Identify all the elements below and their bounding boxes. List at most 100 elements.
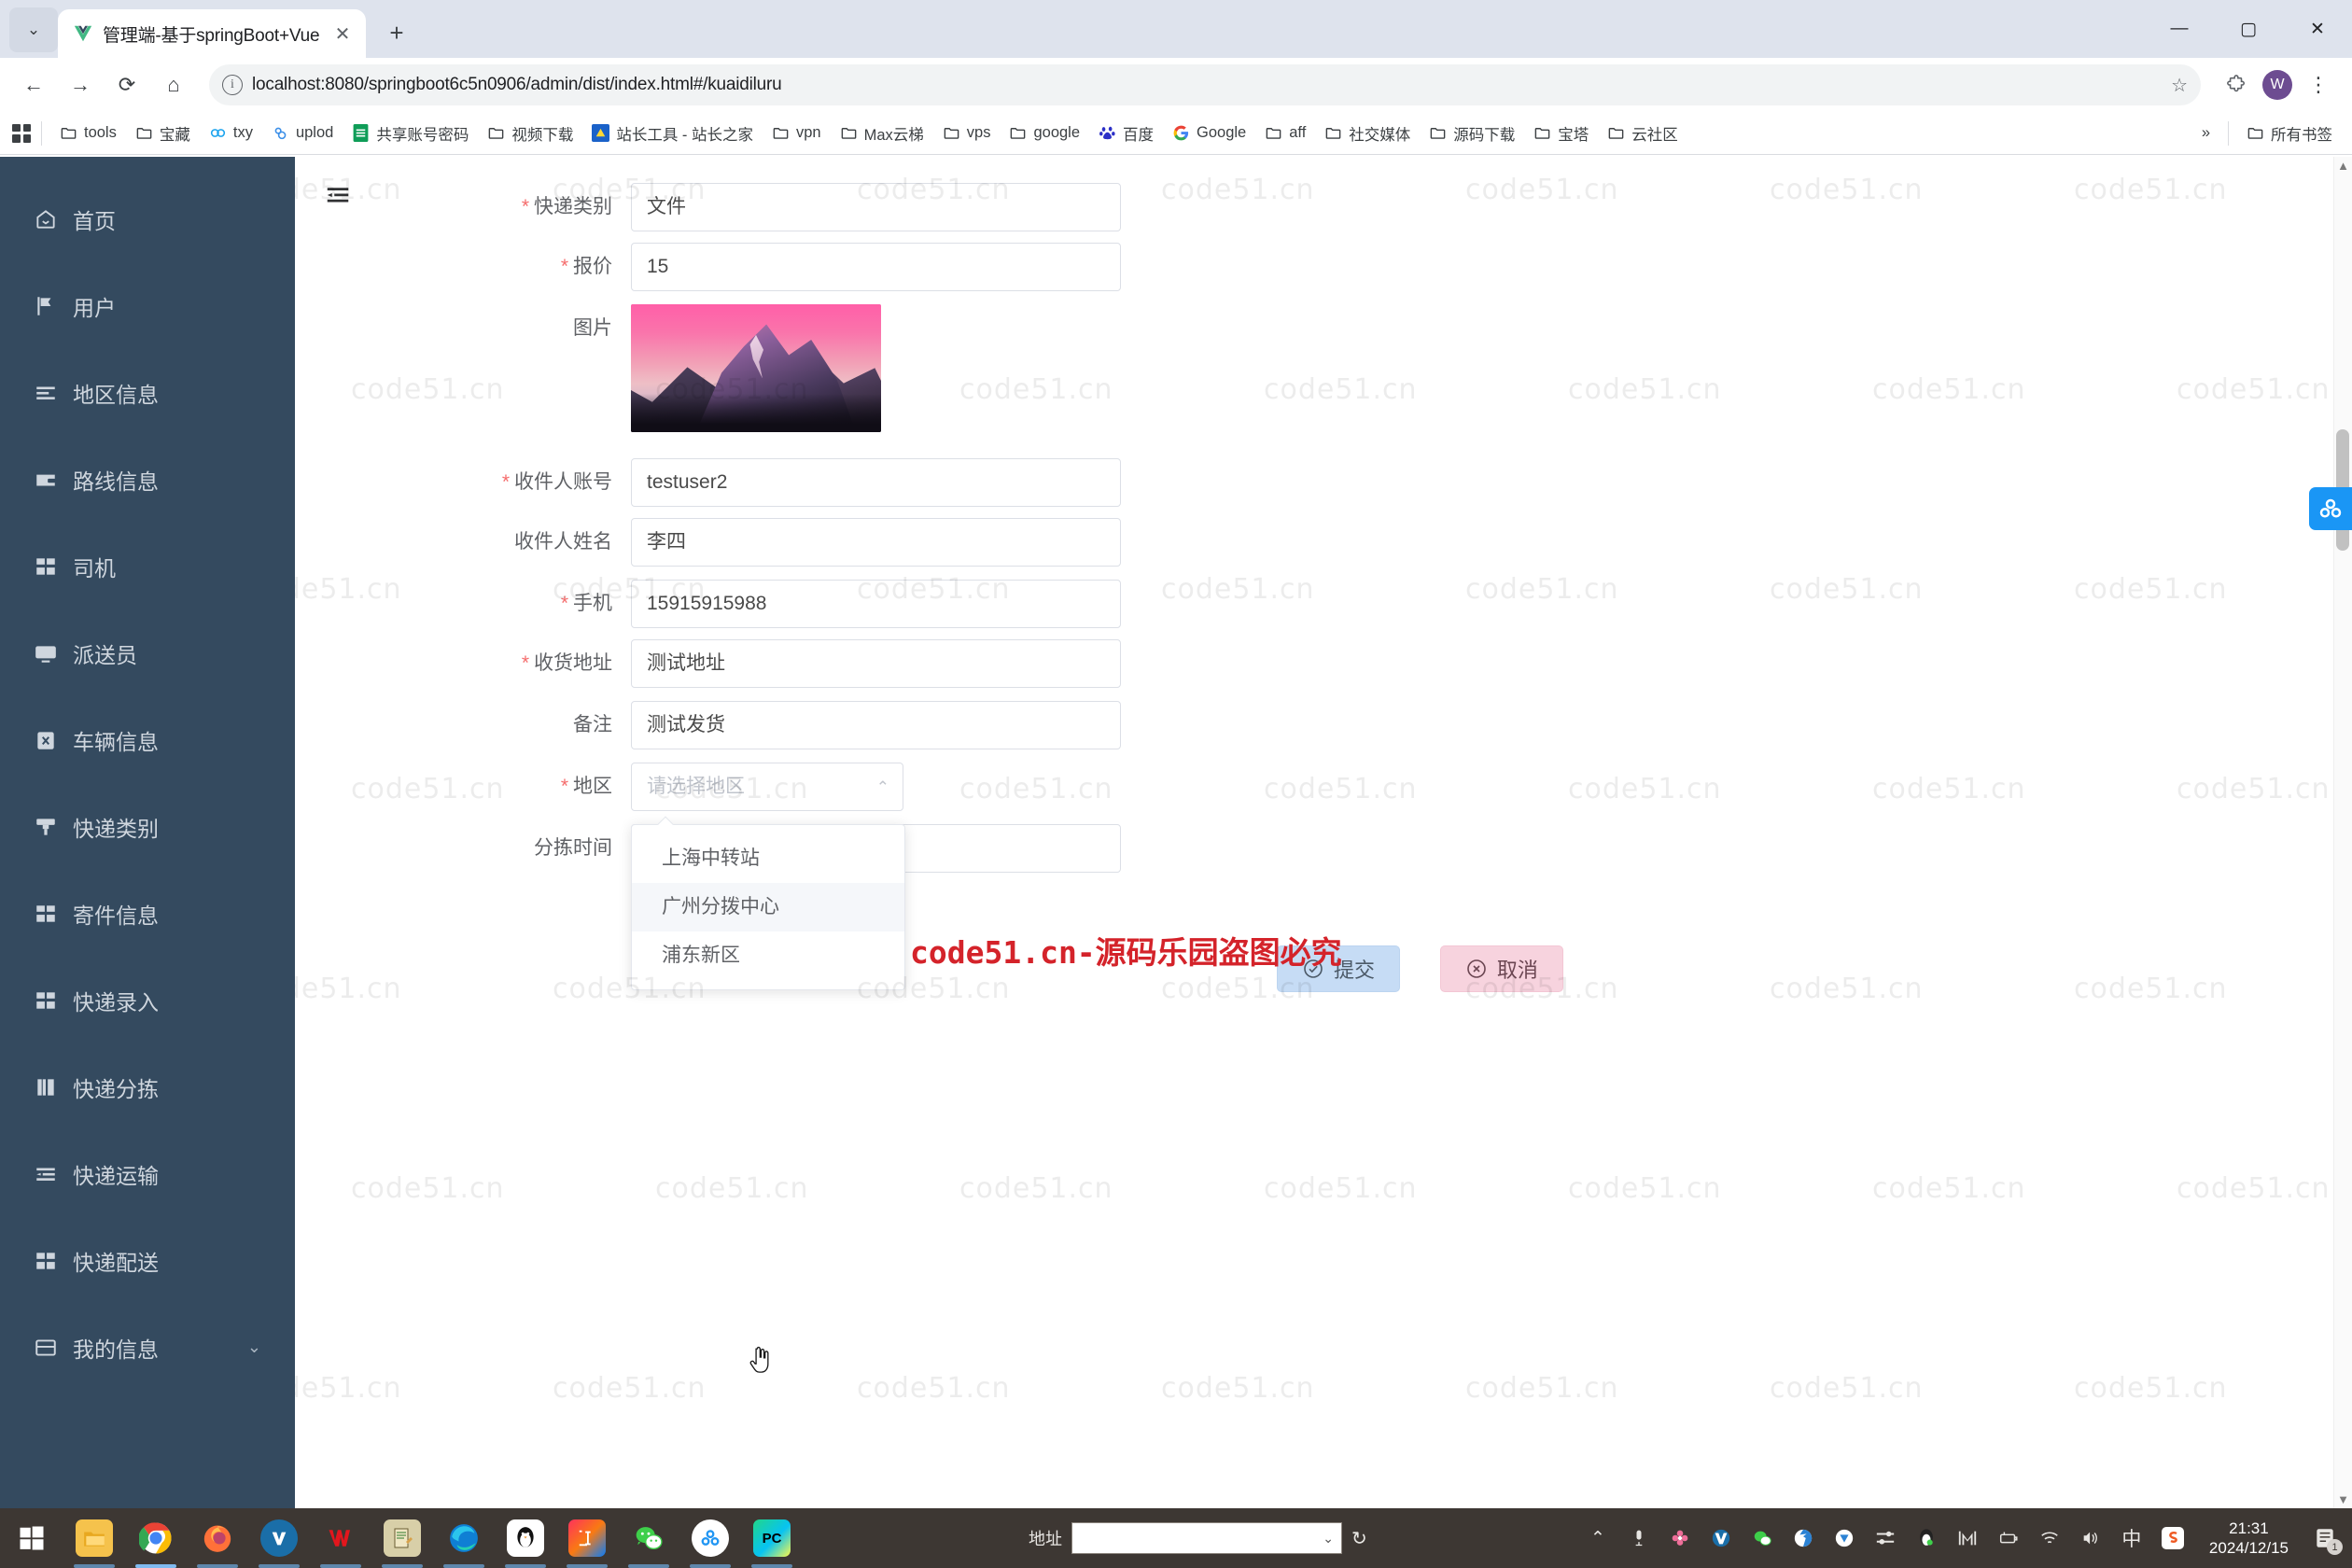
- bookmark-star-icon[interactable]: ☆: [2171, 74, 2188, 97]
- region-select[interactable]: 请选择地区 ⌃: [631, 763, 903, 811]
- windows-icon[interactable]: [0, 1508, 63, 1568]
- menu-fold-icon[interactable]: [319, 177, 357, 215]
- new-tab-button[interactable]: +: [375, 11, 418, 54]
- address-input[interactable]: 测试地址: [631, 639, 1121, 688]
- sidebar-item-vehicle-info[interactable]: 车辆信息: [0, 696, 295, 783]
- bookmark-chinaz[interactable]: 站长工具 - 站长之家: [583, 118, 762, 149]
- battery-icon[interactable]: [1995, 1524, 2023, 1552]
- scroll-up-icon[interactable]: ▲: [2337, 159, 2349, 173]
- sidebar-item-user[interactable]: 用户: [0, 262, 295, 349]
- dropdown-option[interactable]: 广州分拨中心: [632, 883, 904, 931]
- baidu-cloud-icon[interactable]: [2309, 487, 2352, 530]
- taskbar-microsoft-edge[interactable]: [433, 1508, 495, 1568]
- bookmark-google-folder[interactable]: google: [1001, 119, 1088, 147]
- minimize-button[interactable]: —: [2145, 0, 2214, 58]
- site-info-icon[interactable]: i: [222, 75, 243, 95]
- refresh-icon[interactable]: ↻: [1351, 1527, 1367, 1550]
- bookmark-uplod[interactable]: uplod: [263, 119, 342, 147]
- sidebar-item-region-info[interactable]: 地区信息: [0, 349, 295, 436]
- sidebar-item-courier[interactable]: 派送员: [0, 609, 295, 696]
- taskbar-wechat[interactable]: [618, 1508, 679, 1568]
- bookmark-aff[interactable]: aff: [1256, 119, 1314, 147]
- tray-expand-icon[interactable]: ⌃: [1584, 1524, 1612, 1552]
- bookmark-tools[interactable]: tools: [51, 119, 125, 147]
- forward-icon[interactable]: →: [60, 64, 101, 105]
- taskbar-google-chrome[interactable]: [125, 1508, 187, 1568]
- browser-menu-icon[interactable]: ⋮: [2298, 64, 2339, 105]
- taskbar-qq[interactable]: [495, 1508, 556, 1568]
- sidebar-item-express-entry[interactable]: 快递录入: [0, 957, 295, 1043]
- sidebar-item-my-info[interactable]: 我的信息 ⌄: [0, 1304, 295, 1391]
- image-preview[interactable]: [631, 304, 881, 432]
- notifications-icon[interactable]: 1: [2311, 1524, 2343, 1555]
- taskbar-navicat[interactable]: [248, 1508, 310, 1568]
- bookmark-baidu[interactable]: 百度: [1090, 118, 1162, 149]
- browser2-icon[interactable]: [1830, 1524, 1858, 1552]
- settings-icon[interactable]: [1871, 1524, 1899, 1552]
- maximize-button[interactable]: ▢: [2214, 0, 2283, 58]
- dropdown-option[interactable]: 上海中转站: [632, 834, 904, 883]
- chevron-down-icon[interactable]: ⌄: [247, 1337, 261, 1357]
- sidebar-item-express-transport[interactable]: 快递运输: [0, 1130, 295, 1217]
- chevron-down-icon[interactable]: ⌄: [1323, 1531, 1334, 1547]
- apps-grid-icon[interactable]: [11, 123, 32, 144]
- bookmarks-overflow-button[interactable]: »: [2193, 119, 2219, 147]
- volume-icon[interactable]: [2077, 1524, 2105, 1552]
- bookmark-baota[interactable]: 宝塔: [1525, 118, 1597, 149]
- flower-icon[interactable]: [1666, 1524, 1694, 1552]
- qq-icon[interactable]: [1912, 1524, 1940, 1552]
- receiver-account-input[interactable]: testuser2: [631, 458, 1121, 507]
- sidebar-item-express-sorting[interactable]: 快递分拣: [0, 1043, 295, 1130]
- bookmark-baozang[interactable]: 宝藏: [127, 118, 199, 149]
- navicat-icon[interactable]: [1707, 1524, 1735, 1552]
- mic-icon[interactable]: [1625, 1524, 1653, 1552]
- dropdown-option[interactable]: 浦东新区: [632, 931, 904, 980]
- receiver-name-input[interactable]: 李四: [631, 518, 1121, 567]
- page-scrollbar[interactable]: ▲ ▼: [2333, 157, 2352, 1508]
- home-icon[interactable]: ⌂: [153, 64, 194, 105]
- chevron-up-icon[interactable]: ⌃: [876, 763, 889, 812]
- ime-mode-indicator[interactable]: 中: [2118, 1524, 2146, 1552]
- sidebar-item-driver[interactable]: 司机: [0, 523, 295, 609]
- sidebar-item-home[interactable]: 首页: [0, 175, 295, 262]
- wechat-icon[interactable]: [1748, 1524, 1776, 1552]
- bookmark-social-media[interactable]: 社交媒体: [1316, 118, 1419, 149]
- browser-icon[interactable]: [1789, 1524, 1817, 1552]
- m-icon[interactable]: [1953, 1524, 1981, 1552]
- window-close-button[interactable]: ✕: [2283, 0, 2352, 58]
- sidebar-item-parcel-info[interactable]: 寄件信息: [0, 870, 295, 957]
- profile-avatar[interactable]: W: [2262, 70, 2292, 100]
- taskbar-wps[interactable]: [310, 1508, 371, 1568]
- taskbar-firefox[interactable]: [187, 1508, 248, 1568]
- bookmark-txy[interactable]: txy: [201, 119, 261, 147]
- sidebar-item-express-category[interactable]: 快递类别: [0, 783, 295, 870]
- taskbar-baidu-netdisk[interactable]: [679, 1508, 741, 1568]
- sogou-icon[interactable]: [2159, 1524, 2187, 1552]
- bookmark-yun-community[interactable]: 云社区: [1599, 118, 1687, 149]
- bookmark-google[interactable]: Google: [1164, 119, 1254, 147]
- phone-input[interactable]: 15915915988: [631, 580, 1121, 628]
- cancel-button[interactable]: 取消: [1439, 945, 1563, 992]
- back-icon[interactable]: ←: [13, 64, 54, 105]
- browser-tab[interactable]: 管理端-基于springBoot+Vue的 ✕: [58, 9, 366, 58]
- bookmark-vpn[interactable]: vpn: [763, 119, 830, 147]
- taskbar-file-explorer[interactable]: [63, 1508, 125, 1568]
- address-bar[interactable]: i localhost:8080/springboot6c5n0906/admi…: [209, 64, 2201, 105]
- sidebar-item-route-info[interactable]: 路线信息: [0, 436, 295, 523]
- taskbar-pycharm[interactable]: PC: [741, 1508, 803, 1568]
- category-input[interactable]: 文件: [631, 183, 1121, 231]
- bookmark-max-yunti[interactable]: Max云梯: [832, 118, 932, 149]
- sidebar-item-express-delivery[interactable]: 快递配送: [0, 1217, 295, 1304]
- price-input[interactable]: 15: [631, 243, 1121, 291]
- reload-icon[interactable]: ⟳: [106, 64, 147, 105]
- tab-search-chevron-icon[interactable]: ⌄: [9, 7, 58, 52]
- taskbar-notepad[interactable]: [371, 1508, 433, 1568]
- ime-input[interactable]: ⌄: [1071, 1522, 1342, 1554]
- taskbar-intellij-idea[interactable]: [556, 1508, 618, 1568]
- all-bookmarks-button[interactable]: 所有书签: [2238, 118, 2341, 149]
- bookmark-shared-password[interactable]: 共享账号密码: [343, 118, 477, 149]
- bookmark-vps[interactable]: vps: [934, 119, 1000, 147]
- wifi-icon[interactable]: [2036, 1524, 2064, 1552]
- bookmark-source-download[interactable]: 源码下载: [1421, 118, 1523, 149]
- clock[interactable]: 21:31 2024/12/15: [2200, 1519, 2298, 1559]
